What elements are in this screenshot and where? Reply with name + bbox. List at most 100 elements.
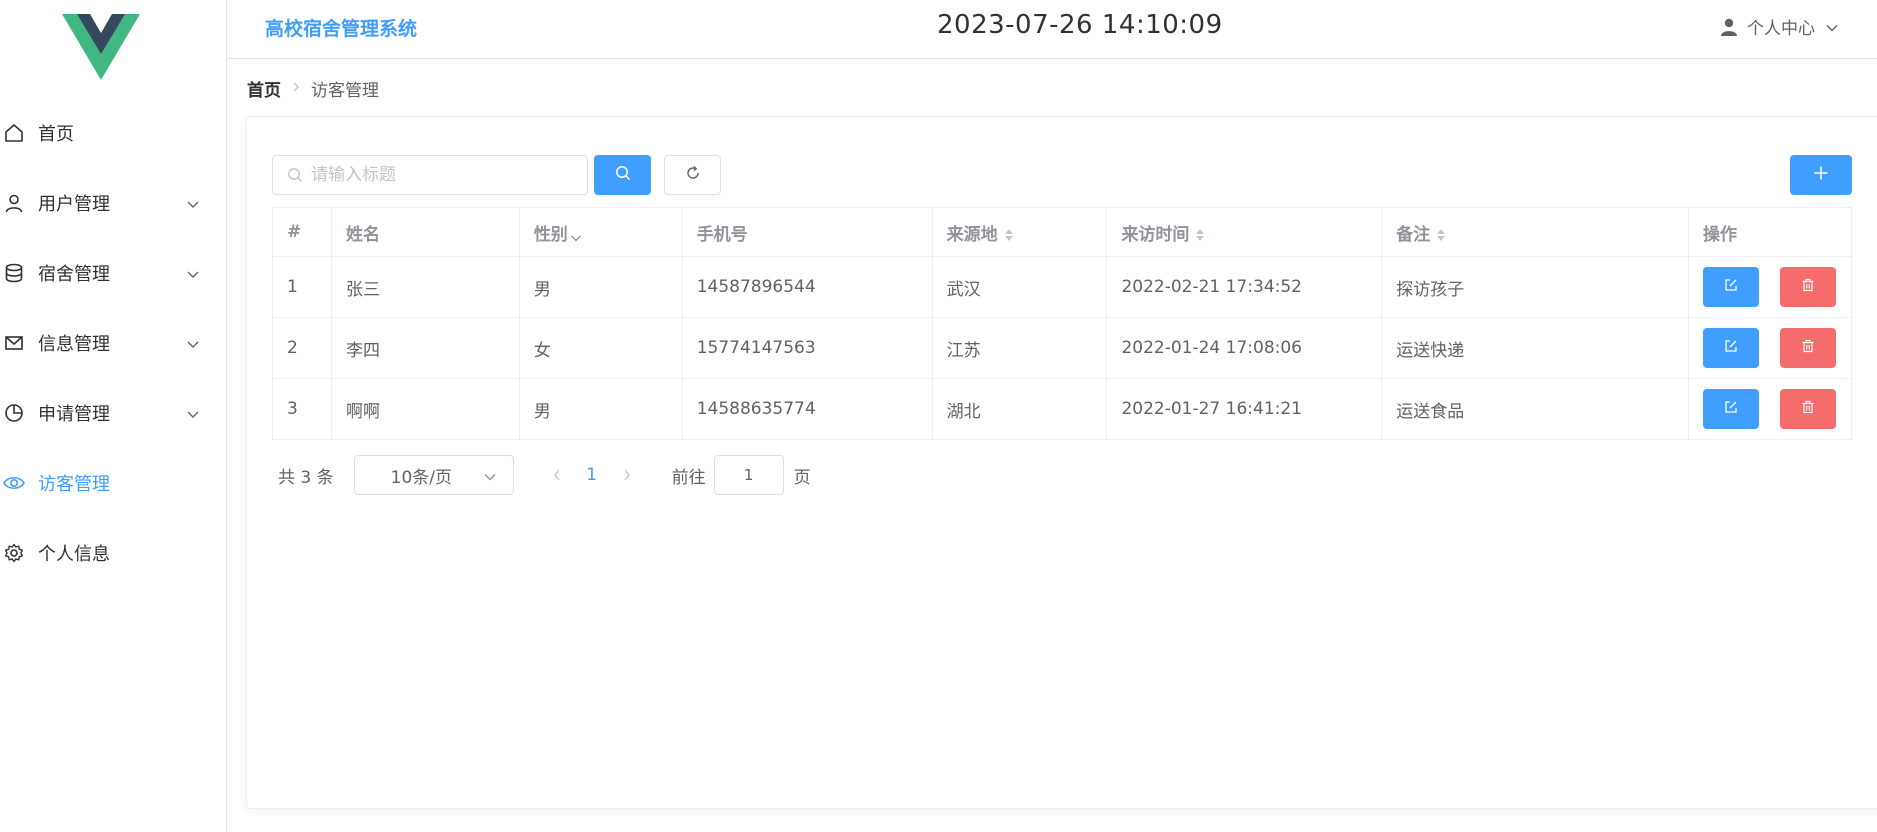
cell-phone: 14588635774 <box>681 378 933 440</box>
sidebar-menu: 首页 用户管理 宿舍管理 信息管理 申请管理 访客管理 个人信息 <box>0 98 226 588</box>
pie-chart-icon <box>2 401 26 425</box>
table-header-row: # 姓名 性别 手机号 来源地 来访时间 备注 操作 <box>272 207 1853 257</box>
breadcrumb-home[interactable]: 首页 <box>247 76 281 101</box>
sidebar-item-home[interactable]: 首页 <box>0 98 226 168</box>
pagination-total: 共 3 条 <box>278 467 334 488</box>
search-icon <box>287 167 303 183</box>
sort-icon[interactable] <box>1195 227 1205 243</box>
breadcrumb-current: 访客管理 <box>311 81 379 101</box>
delete-button[interactable] <box>1780 328 1837 368</box>
goto-label: 前往 <box>671 467 706 488</box>
user-center-dropdown[interactable]: 个人中心 <box>1719 14 1839 39</box>
sidebar-item-info[interactable]: 信息管理 <box>0 308 226 378</box>
edit-button[interactable] <box>1702 389 1759 429</box>
sidebar-item-label: 个人信息 <box>38 544 110 565</box>
sidebar: 首页 用户管理 宿舍管理 信息管理 申请管理 访客管理 个人信息 <box>0 0 227 832</box>
page-number[interactable]: 1 <box>572 465 612 485</box>
cell-actions <box>1687 378 1853 440</box>
column-header-visit-time[interactable]: 来访时间 <box>1106 207 1383 257</box>
sidebar-item-applications[interactable]: 申请管理 <box>0 378 226 448</box>
sidebar-item-label: 首页 <box>38 124 74 145</box>
vue-logo <box>62 14 140 80</box>
cell-origin: 江苏 <box>931 317 1108 379</box>
top-header: 高校宿舍管理系统 2023-07-26 14:10:09 个人中心 <box>227 0 1877 59</box>
plus-icon <box>1813 165 1829 185</box>
breadcrumb: 首页 访客管理 <box>247 76 379 101</box>
sidebar-item-label: 访客管理 <box>38 474 110 495</box>
gear-icon <box>2 541 26 565</box>
sort-icon[interactable] <box>1436 227 1446 243</box>
sort-icon[interactable] <box>1004 227 1014 243</box>
cell-note: 运送食品 <box>1381 378 1689 440</box>
sidebar-item-users[interactable]: 用户管理 <box>0 168 226 238</box>
chevron-left-icon <box>553 469 560 481</box>
table-row: 2 李四 女 15774147563 江苏 2022-01-24 17:08:0… <box>272 317 1853 379</box>
sidebar-item-profile[interactable]: 个人信息 <box>0 518 226 588</box>
cell-name: 李四 <box>330 317 520 379</box>
cell-origin: 湖北 <box>931 378 1108 440</box>
visitor-table: # 姓名 性别 手机号 来源地 来访时间 备注 操作 1 张三 男 145878… <box>272 207 1853 440</box>
cell-note: 探访孩子 <box>1381 256 1689 318</box>
home-icon <box>2 121 26 145</box>
user-icon <box>2 191 26 215</box>
chevron-right-icon <box>624 469 630 481</box>
table-row: 3 啊啊 男 14588635774 湖北 2022-01-27 16:41:2… <box>272 378 1853 440</box>
cell-actions <box>1687 256 1853 318</box>
cell-origin: 武汉 <box>931 256 1108 318</box>
search-input[interactable] <box>311 165 571 185</box>
column-header-phone: 手机号 <box>681 207 933 257</box>
next-page-button[interactable] <box>612 468 642 482</box>
column-header-gender[interactable]: 性别 <box>518 207 683 257</box>
user-center-label: 个人中心 <box>1747 19 1815 39</box>
current-datetime: 2023-07-26 14:10:09 <box>937 10 1223 40</box>
sidebar-item-visitors[interactable]: 访客管理 <box>0 448 226 518</box>
edit-icon <box>1724 338 1738 358</box>
trash-icon <box>1801 277 1815 297</box>
table-row: 1 张三 男 14587896544 武汉 2022-02-21 17:34:5… <box>272 256 1853 318</box>
add-visitor-button[interactable] <box>1790 155 1852 195</box>
edit-icon <box>1724 399 1738 419</box>
goto-page-input[interactable] <box>713 455 784 495</box>
database-icon <box>2 261 26 285</box>
column-header-name: 姓名 <box>330 207 520 257</box>
edit-icon <box>1724 277 1738 297</box>
column-header-actions: 操作 <box>1687 207 1853 257</box>
chevron-down-icon <box>186 405 200 419</box>
column-header-note[interactable]: 备注 <box>1381 207 1689 257</box>
filter-arrow-icon[interactable] <box>570 229 582 241</box>
cell-note: 运送快递 <box>1381 317 1689 379</box>
column-header-origin[interactable]: 来源地 <box>931 207 1108 257</box>
prev-page-button[interactable] <box>542 468 572 482</box>
delete-button[interactable] <box>1780 389 1837 429</box>
pagination: 共 3 条 10条/页 1 前往 页 <box>278 455 811 495</box>
chevron-down-icon <box>186 265 200 279</box>
trash-icon <box>1801 399 1815 419</box>
reset-button[interactable] <box>664 155 721 195</box>
cell-index: 1 <box>272 256 332 318</box>
search-button[interactable] <box>594 155 651 195</box>
cell-visit-time: 2022-02-21 17:34:52 <box>1106 256 1383 318</box>
page-size-value: 10条/页 <box>390 467 452 488</box>
cell-gender: 男 <box>518 378 683 440</box>
trash-icon <box>1801 338 1815 358</box>
app-title: 高校宿舍管理系统 <box>265 18 418 40</box>
chevron-down-icon <box>483 469 497 483</box>
chevron-down-icon <box>1825 20 1839 34</box>
edit-button[interactable] <box>1702 267 1759 307</box>
edit-button[interactable] <box>1702 328 1759 368</box>
chevron-right-icon <box>291 81 301 97</box>
delete-button[interactable] <box>1780 267 1837 307</box>
cell-name: 啊啊 <box>330 378 520 440</box>
cell-visit-time: 2022-01-27 16:41:21 <box>1106 378 1383 440</box>
cell-gender: 女 <box>518 317 683 379</box>
cell-actions <box>1687 317 1853 379</box>
cell-name: 张三 <box>330 256 520 318</box>
page-size-select[interactable]: 10条/页 <box>353 455 514 495</box>
search-icon <box>615 165 631 185</box>
cell-index: 3 <box>272 378 332 440</box>
chevron-down-icon <box>186 335 200 349</box>
cell-phone: 15774147563 <box>681 317 933 379</box>
sidebar-item-dorms[interactable]: 宿舍管理 <box>0 238 226 308</box>
column-header-index: # <box>272 207 332 257</box>
search-field[interactable] <box>272 155 588 195</box>
